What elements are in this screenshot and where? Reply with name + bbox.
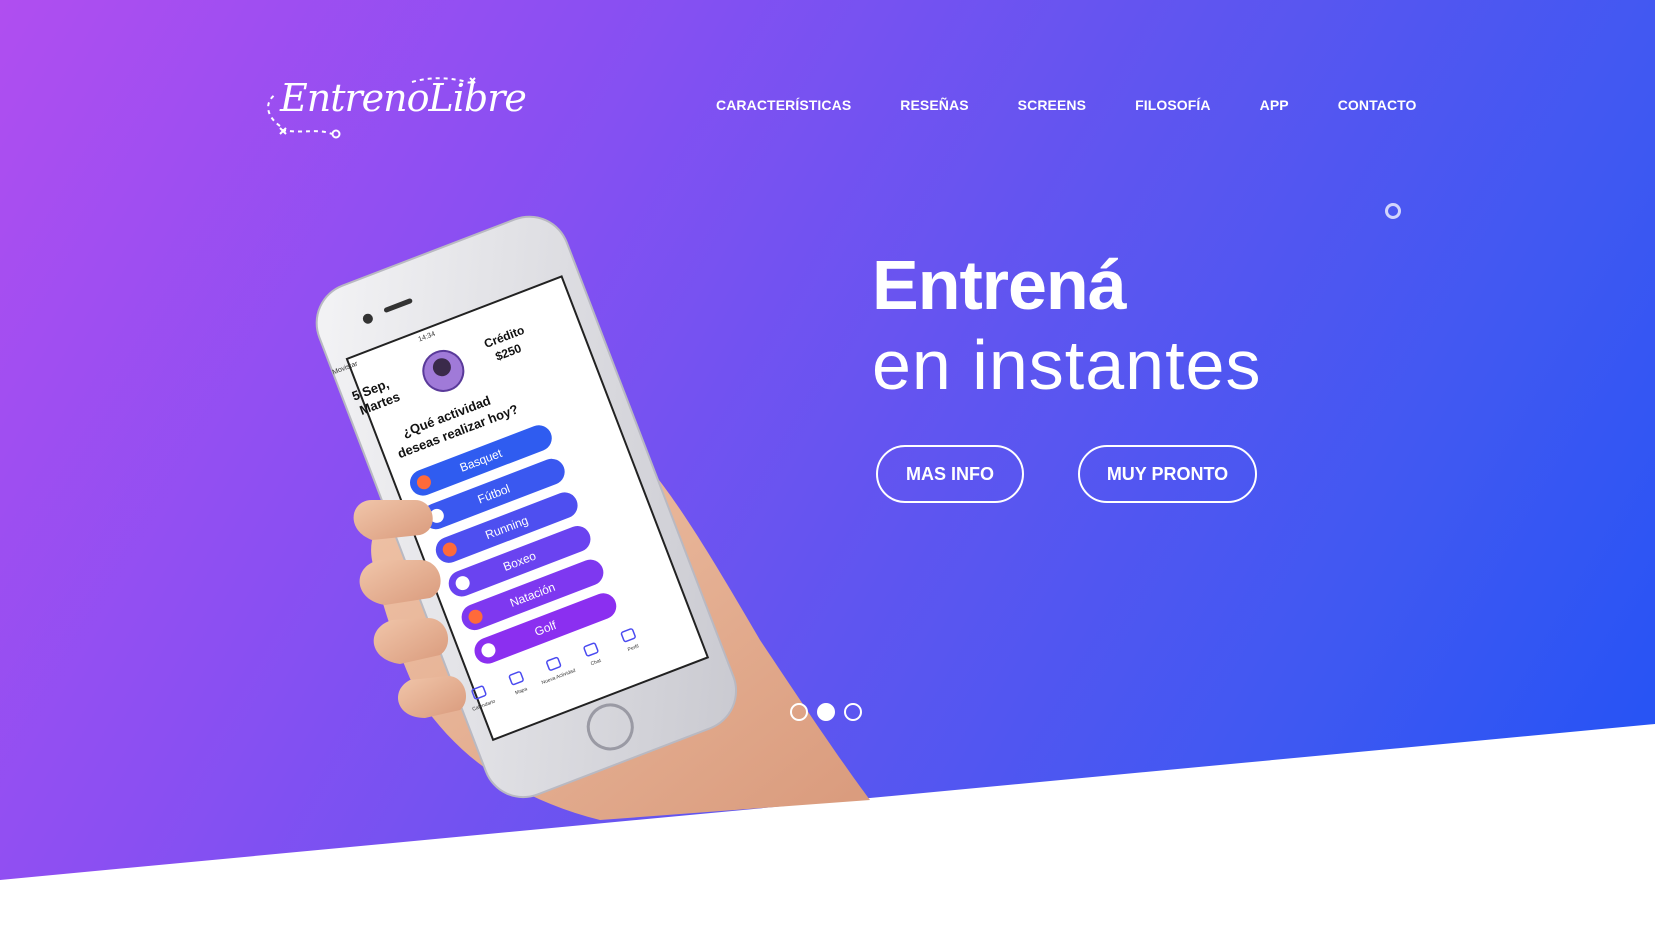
carousel-dot-2[interactable] (817, 703, 835, 721)
nav-item-screens[interactable]: SCREENS (1018, 97, 1086, 113)
main-nav: CARACTERÍSTICAS RESEÑAS SCREENS FILOSOFÍ… (716, 97, 1466, 113)
brand-logo[interactable]: EntrenoLibre (262, 72, 527, 140)
mas-info-button[interactable]: MAS INFO (876, 445, 1024, 503)
nav-item-caracteristicas[interactable]: CARACTERÍSTICAS (716, 97, 851, 113)
nav-item-app[interactable]: APP (1260, 97, 1289, 113)
carousel-dots (790, 703, 871, 721)
carousel-dot-1[interactable] (790, 703, 808, 721)
scroll-indicator (1385, 203, 1401, 219)
nav-item-resenas[interactable]: RESEÑAS (900, 97, 968, 113)
hero-title-light: en instantes (872, 326, 1262, 404)
hero-title-bold: Entrená (872, 246, 1127, 324)
nav-item-contacto[interactable]: CONTACTO (1338, 97, 1417, 113)
brand-name: EntrenoLibre (280, 76, 527, 120)
carousel-dot-3[interactable] (844, 703, 862, 721)
nav-item-filosofia[interactable]: FILOSOFÍA (1135, 97, 1211, 113)
muy-pronto-button[interactable]: MUY PRONTO (1078, 445, 1257, 503)
hero-background (0, 0, 1655, 880)
